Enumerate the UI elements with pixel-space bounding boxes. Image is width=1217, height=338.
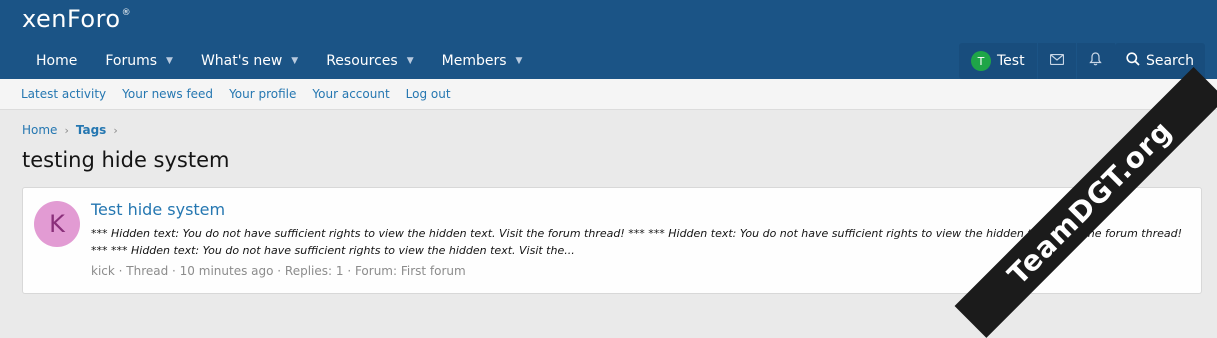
chevron-down-icon[interactable]: ▼	[166, 56, 173, 66]
breadcrumb-tags[interactable]: Tags	[76, 123, 106, 137]
sub-nav: Latest activity Your news feed Your prof…	[0, 79, 1217, 110]
result-title-link[interactable]: Test hide system	[91, 200, 225, 219]
subnav-news-feed[interactable]: Your news feed	[122, 87, 213, 101]
site-logo[interactable]: xenForo®	[22, 5, 131, 33]
nav-resources[interactable]: Resources ▼	[312, 43, 427, 79]
user-avatar: T	[971, 51, 991, 71]
result-meta: kick · Thread · 10 minutes ago · Replies…	[91, 264, 466, 278]
chevron-right-icon: ›	[64, 123, 69, 137]
envelope-icon	[1049, 53, 1064, 69]
breadcrumb: Home › Tags ›	[22, 123, 125, 137]
subnav-account[interactable]: Your account	[312, 87, 389, 101]
chevron-down-icon[interactable]: ▼	[516, 56, 523, 66]
alerts-button[interactable]	[1076, 43, 1115, 79]
subnav-latest-activity[interactable]: Latest activity	[21, 87, 106, 101]
site-header: xenForo® Home Forums ▼ What's new ▼ Resour…	[0, 0, 1217, 79]
author-avatar[interactable]: K	[34, 201, 80, 247]
nav-forums[interactable]: Forums ▼	[91, 43, 187, 79]
subnav-profile[interactable]: Your profile	[229, 87, 296, 101]
nav-members[interactable]: Members ▼	[428, 43, 537, 79]
account-button[interactable]: T Test	[959, 43, 1037, 79]
breadcrumb-home[interactable]: Home	[22, 123, 57, 137]
chevron-right-icon: ›	[113, 123, 118, 137]
inbox-button[interactable]	[1037, 43, 1076, 79]
search-icon	[1126, 52, 1140, 70]
chevron-down-icon[interactable]: ▼	[407, 56, 414, 66]
nav-home[interactable]: Home	[22, 43, 91, 79]
nav-whats-new[interactable]: What's new ▼	[187, 43, 312, 79]
bell-icon	[1089, 52, 1102, 70]
page-title: testing hide system	[22, 148, 230, 172]
main-nav: Home Forums ▼ What's new ▼ Resources ▼ Memb…	[22, 43, 536, 79]
chevron-down-icon[interactable]: ▼	[291, 56, 298, 66]
user-name: Test	[997, 53, 1025, 69]
subnav-log-out[interactable]: Log out	[406, 87, 451, 101]
user-area: T Test	[959, 43, 1115, 79]
